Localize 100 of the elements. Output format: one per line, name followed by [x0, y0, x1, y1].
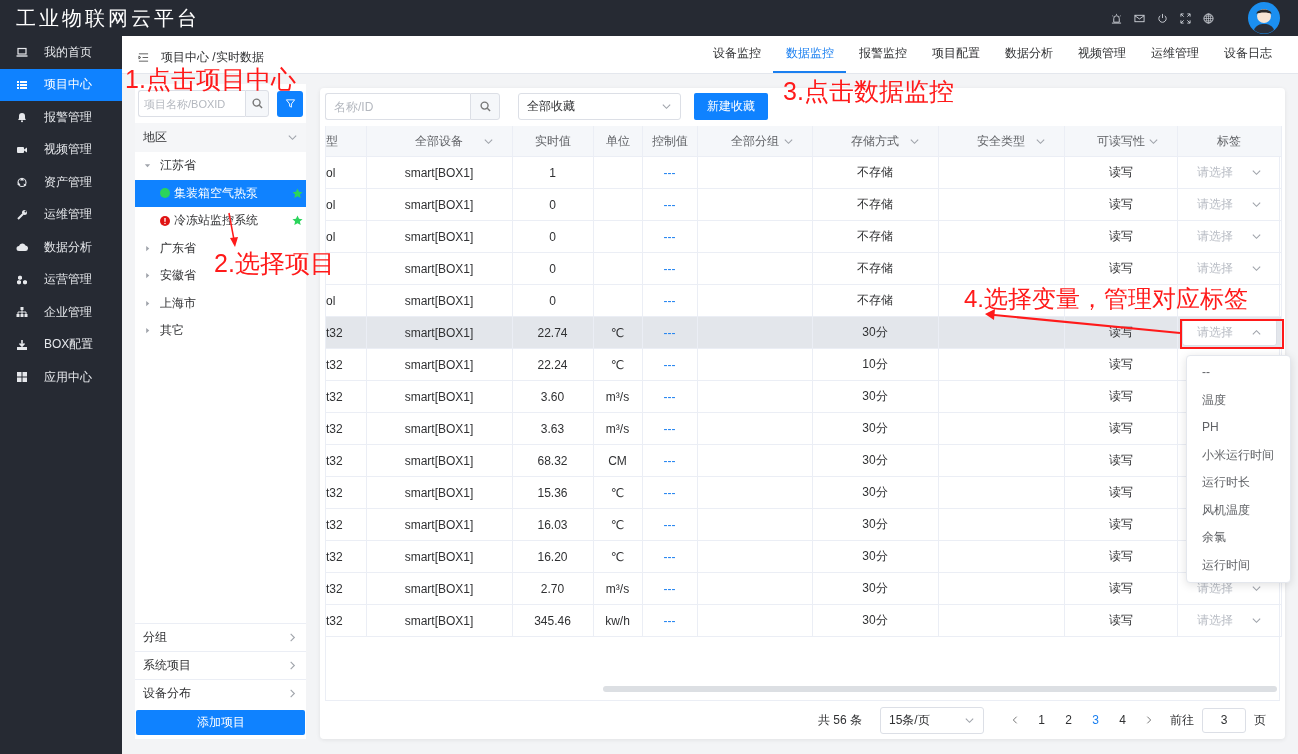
- table-cell: 读写: [1064, 220, 1177, 253]
- table-cell: 1: [512, 156, 593, 189]
- tab[interactable]: 数据分析: [992, 36, 1065, 73]
- tree-item[interactable]: 安徽省: [135, 262, 202, 290]
- tree-item[interactable]: 上海市: [135, 289, 202, 317]
- control-value-link[interactable]: ---: [642, 476, 697, 509]
- table-cell: m³/s: [593, 380, 642, 413]
- tab[interactable]: 项目配置: [919, 36, 992, 73]
- page-number[interactable]: 4: [1109, 713, 1136, 727]
- star-icon[interactable]: [292, 187, 303, 199]
- caret-down-icon[interactable]: [144, 162, 151, 170]
- dropdown-option[interactable]: 温度: [1187, 386, 1290, 414]
- dropdown-option[interactable]: 风机温度: [1187, 496, 1290, 524]
- next-page-icon[interactable]: [1144, 715, 1154, 725]
- tab[interactable]: 运维管理: [1138, 36, 1211, 73]
- sidebar-item[interactable]: 企业管理: [0, 296, 122, 329]
- control-value-link[interactable]: ---: [642, 540, 697, 573]
- prev-page-icon[interactable]: [1010, 715, 1020, 725]
- tab[interactable]: 数据监控: [773, 36, 846, 73]
- tab[interactable]: 视频管理: [1065, 36, 1138, 73]
- dropdown-option[interactable]: 小米运行时间: [1187, 441, 1290, 469]
- column-header[interactable]: 可读写性: [1064, 126, 1177, 157]
- caret-right-icon[interactable]: [144, 327, 151, 335]
- sidebar-item[interactable]: 运维管理: [0, 198, 122, 231]
- new-favorite-button[interactable]: 新建收藏: [694, 93, 768, 120]
- control-value-link[interactable]: ---: [642, 444, 697, 477]
- project-item[interactable]: 集装箱空气热泵: [135, 179, 306, 207]
- caret-right-icon[interactable]: [144, 272, 151, 280]
- laptop-icon: [16, 46, 28, 59]
- chevron-down-icon: [1250, 167, 1262, 178]
- tab[interactable]: 设备日志: [1211, 36, 1284, 73]
- control-value-link[interactable]: ---: [642, 380, 697, 413]
- power-icon[interactable]: [1157, 12, 1168, 24]
- dropdown-option[interactable]: --: [1187, 359, 1290, 387]
- sidebar-item[interactable]: 数据分析: [0, 231, 122, 264]
- control-value-link[interactable]: ---: [642, 348, 697, 381]
- table-cell: smart[BOX1]: [366, 412, 512, 445]
- section-item[interactable]: 系统项目: [135, 651, 306, 679]
- sidebar-item[interactable]: BOX配置: [0, 328, 122, 361]
- page-number[interactable]: 1: [1028, 713, 1055, 727]
- sidebar-item[interactable]: 视频管理: [0, 133, 122, 166]
- section-item[interactable]: 设备分布: [135, 679, 306, 707]
- caret-right-icon[interactable]: [144, 299, 151, 307]
- table-cell: 15.36: [512, 476, 593, 509]
- control-value-link[interactable]: ---: [642, 156, 697, 189]
- filter-button[interactable]: [277, 90, 303, 117]
- add-project-button[interactable]: 添加项目: [136, 710, 305, 735]
- page-number[interactable]: 2: [1055, 713, 1082, 727]
- table-cell: m³/s: [593, 572, 642, 605]
- table-cell: ol: [326, 284, 366, 317]
- tab[interactable]: 设备监控: [700, 36, 773, 73]
- menu-icon[interactable]: [138, 52, 149, 63]
- section-item[interactable]: 分组: [135, 623, 306, 651]
- tab[interactable]: 报警监控: [846, 36, 919, 73]
- sidebar-item[interactable]: 应用中心: [0, 361, 122, 394]
- page-input[interactable]: 3: [1202, 707, 1246, 733]
- table-cell: 22.74: [512, 316, 593, 349]
- sidebar-item[interactable]: 我的首页: [0, 36, 122, 69]
- search-button[interactable]: [470, 93, 500, 120]
- tree-item[interactable]: 其它: [135, 317, 190, 345]
- column-header[interactable]: 存储方式: [812, 126, 938, 157]
- dropdown-option[interactable]: 运行时长: [1187, 469, 1290, 497]
- control-value-link[interactable]: ---: [642, 188, 697, 221]
- control-value-link[interactable]: ---: [642, 284, 697, 317]
- search-button[interactable]: [245, 90, 269, 117]
- control-value-link[interactable]: ---: [642, 604, 697, 637]
- mail-icon[interactable]: [1134, 12, 1145, 24]
- alarm-light-icon[interactable]: [1111, 12, 1122, 24]
- page-number[interactable]: 3: [1082, 713, 1109, 727]
- control-value-link[interactable]: ---: [642, 412, 697, 445]
- sidebar-item[interactable]: 资产管理: [0, 166, 122, 199]
- avatar[interactable]: [1248, 2, 1280, 34]
- fullscreen-icon[interactable]: [1180, 12, 1191, 24]
- sidebar-item[interactable]: 运营管理: [0, 263, 122, 296]
- column-header[interactable]: 全部分组: [697, 126, 812, 157]
- globe-icon[interactable]: [1203, 12, 1214, 24]
- table-cell: kw/h: [593, 604, 642, 637]
- scrollbar-thumb[interactable]: [603, 686, 1277, 692]
- tree-item[interactable]: 广东省: [135, 234, 202, 262]
- sidebar-item[interactable]: 项目中心: [0, 68, 122, 101]
- sidebar-item[interactable]: 报警管理: [0, 101, 122, 134]
- page-size-select[interactable]: 15条/页: [880, 706, 984, 734]
- column-header[interactable]: 安全类型: [938, 126, 1064, 157]
- table-cell: 68.32: [512, 444, 593, 477]
- control-value-link[interactable]: ---: [642, 572, 697, 605]
- table-cell: smart[BOX1]: [366, 444, 512, 477]
- tree-item[interactable]: 江苏省: [135, 152, 202, 180]
- dropdown-option[interactable]: PH: [1187, 414, 1290, 442]
- region-header[interactable]: 地区: [135, 123, 306, 152]
- search-field[interactable]: 名称/ID: [325, 93, 470, 120]
- hierarchy-icon: [16, 306, 28, 319]
- control-value-link[interactable]: ---: [642, 508, 697, 541]
- column-header[interactable]: 全部设备: [366, 126, 512, 157]
- control-value-link[interactable]: ---: [642, 220, 697, 253]
- caret-right-icon[interactable]: [144, 244, 151, 252]
- control-value-link[interactable]: ---: [642, 252, 697, 285]
- dropdown-option[interactable]: 余氯: [1187, 524, 1290, 552]
- favorites-select[interactable]: 全部收藏: [518, 93, 681, 120]
- table-cell: 0: [512, 220, 593, 253]
- star-icon[interactable]: [292, 215, 303, 227]
